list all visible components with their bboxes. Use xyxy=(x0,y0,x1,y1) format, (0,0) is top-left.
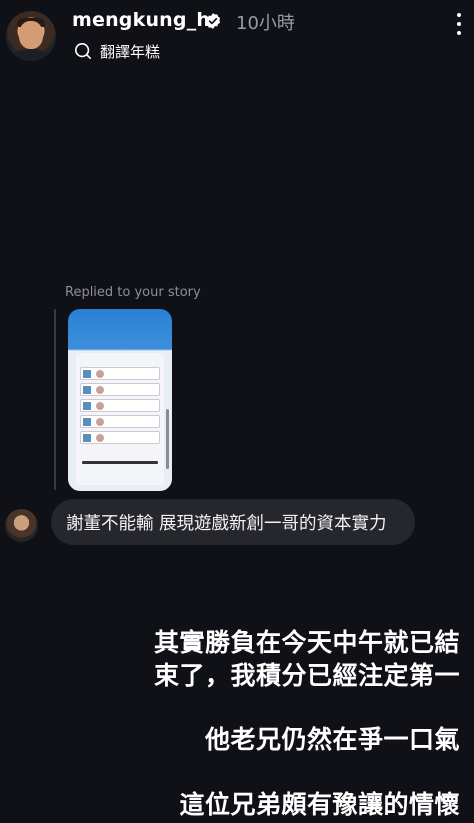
story-row xyxy=(80,415,160,428)
message-text: 謝董不能輸 展現遊戲新創一哥的資本實力 xyxy=(66,514,387,534)
story-note xyxy=(82,461,158,464)
story-thumbnail[interactable] xyxy=(68,309,172,491)
story-row xyxy=(80,399,160,412)
sender-avatar[interactable] xyxy=(5,509,38,542)
verified-badge-icon xyxy=(205,13,221,29)
replied-to-story-label: Replied to your story xyxy=(65,285,201,300)
story-caption-line: 他老兄仍然在爭一口氣 xyxy=(204,725,460,754)
avatar-shirt xyxy=(12,49,50,61)
story-caption-line: 這位兄弟頗有豫讓的情懷 xyxy=(179,790,460,819)
translate-icon[interactable] xyxy=(74,42,92,60)
more-options-icon[interactable] xyxy=(452,8,466,40)
profile-avatar[interactable] xyxy=(6,11,56,61)
post-time: 10小時 xyxy=(236,13,295,34)
reply-quote-bar xyxy=(54,309,56,490)
avatar-face xyxy=(19,21,43,49)
username[interactable]: mengkung_h xyxy=(72,9,210,31)
story-scrollbar xyxy=(166,409,169,469)
story-row xyxy=(80,383,160,396)
translate-label[interactable]: 翻譯年糕 xyxy=(100,41,160,62)
story-row xyxy=(80,431,160,444)
story-caption-line: 其實勝負在今天中午就已結 xyxy=(153,628,460,657)
story-row xyxy=(80,367,160,380)
story-caption-line: 束了，我積分已經注定第一 xyxy=(153,661,460,690)
